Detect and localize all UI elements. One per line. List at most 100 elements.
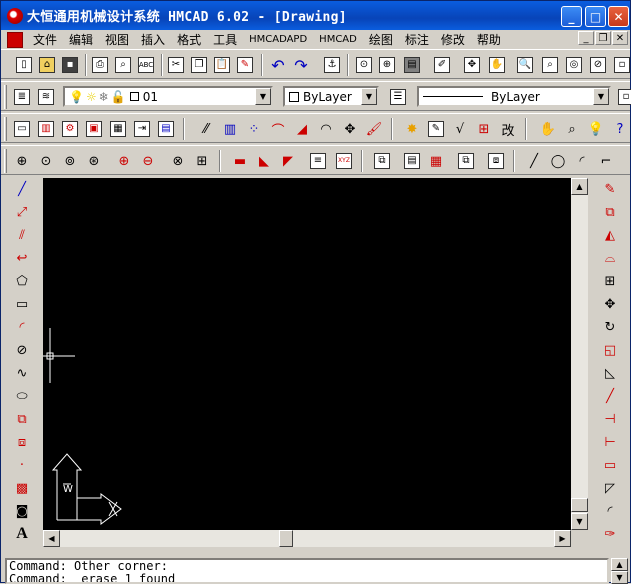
- insert-block-icon[interactable]: ⧉: [11, 408, 33, 430]
- menu-view[interactable]: 视图: [99, 31, 135, 48]
- open-icon[interactable]: ⌂: [36, 54, 58, 76]
- sun-icon[interactable]: ☼: [86, 90, 97, 104]
- layer-dropdown[interactable]: 💡 ☼ ❄ 🔓 01 ▼: [63, 86, 273, 107]
- drawing-canvas[interactable]: W: [43, 178, 571, 530]
- lightbulb-icon[interactable]: 💡: [69, 90, 84, 104]
- menu-hmcad[interactable]: HMCAD: [313, 34, 363, 45]
- array-icon[interactable]: ⊞: [599, 270, 621, 292]
- palette-icon[interactable]: ▦: [425, 150, 447, 172]
- circle-icon[interactable]: ⊘: [11, 339, 33, 361]
- horizontal-scrollbar[interactable]: ◀ ▶: [43, 530, 571, 547]
- make-block-icon[interactable]: ⧈: [11, 431, 33, 453]
- move-icon[interactable]: ✥: [599, 293, 621, 315]
- menu-format[interactable]: 格式: [171, 31, 207, 48]
- zoom-center-icon[interactable]: ⊛: [83, 150, 105, 172]
- linetype-dropdown[interactable]: ByLayer ▼: [417, 86, 611, 107]
- scale-icon[interactable]: ◱: [599, 339, 621, 361]
- help-icon[interactable]: ?: [609, 118, 631, 140]
- polyline-icon[interactable]: ↩: [11, 247, 33, 269]
- text-icon[interactable]: A: [11, 523, 33, 545]
- lock-icon[interactable]: 🔓: [111, 90, 126, 104]
- spell-icon[interactable]: ABC: [135, 54, 157, 76]
- pan-icon[interactable]: ✋: [486, 54, 508, 76]
- zoom-extents-icon[interactable]: ⊘: [587, 54, 609, 76]
- multiline-icon[interactable]: ⫽: [11, 224, 33, 246]
- erase-icon[interactable]: ✎: [599, 178, 621, 200]
- title-block-icon[interactable]: ▥: [35, 118, 57, 140]
- app-icon[interactable]: [7, 7, 23, 24]
- explode-icon[interactable]: ✸: [401, 118, 423, 140]
- zoom-in-icon[interactable]: ⊕: [113, 150, 135, 172]
- line-icon[interactable]: ╱: [523, 150, 545, 172]
- hatch-icon[interactable]: ▩: [11, 477, 33, 499]
- lengthen-icon[interactable]: ╱: [599, 385, 621, 407]
- arc-icon[interactable]: ◜: [11, 316, 33, 338]
- chamfer-icon[interactable]: ◸: [599, 477, 621, 499]
- minimize-button[interactable]: _: [561, 6, 582, 27]
- region-icon[interactable]: ◙: [11, 500, 33, 522]
- table-icon[interactable]: ▦: [107, 118, 129, 140]
- rectangle-icon[interactable]: ▭: [11, 293, 33, 315]
- leader-icon[interactable]: ≡: [307, 150, 329, 172]
- hatch-icon[interactable]: ▥: [219, 118, 241, 140]
- cut-icon[interactable]: ✂: [165, 54, 187, 76]
- menu-help[interactable]: 帮助: [471, 31, 507, 48]
- menu-insert[interactable]: 插入: [135, 31, 171, 48]
- menu-edit[interactable]: 编辑: [63, 31, 99, 48]
- gear-icon[interactable]: ⚙: [59, 118, 81, 140]
- maximize-button[interactable]: □: [585, 6, 606, 27]
- ucs-icon[interactable]: ▤: [401, 54, 423, 76]
- lineweight-icon[interactable]: ☰: [387, 86, 409, 108]
- designcenter-icon[interactable]: ✥: [461, 54, 483, 76]
- undo-icon[interactable]: ↶: [267, 54, 289, 76]
- zoom-extents-icon[interactable]: ⊞: [191, 150, 213, 172]
- pan-icon[interactable]: ✋: [537, 118, 559, 140]
- chevron-down-icon[interactable]: ▼: [255, 88, 271, 105]
- hyperlink-icon[interactable]: ⚓: [321, 54, 343, 76]
- zoom-realtime-icon[interactable]: 🔍: [514, 54, 536, 76]
- doc-minimize-button[interactable]: _: [578, 31, 594, 45]
- text-edit-icon[interactable]: ✎: [425, 118, 447, 140]
- brush-icon[interactable]: 🖌: [363, 118, 385, 140]
- scroll-down-button[interactable]: ▼: [611, 571, 628, 584]
- fillet-icon[interactable]: ⌒: [267, 118, 289, 140]
- mirror-icon[interactable]: ◭: [599, 224, 621, 246]
- print-icon[interactable]: ⎙: [89, 54, 111, 76]
- break-icon[interactable]: ▭: [599, 454, 621, 476]
- zoom-all-icon[interactable]: ⊗: [167, 150, 189, 172]
- external-ref-icon[interactable]: ⧈: [485, 150, 507, 172]
- scroll-up-button[interactable]: ▲: [571, 178, 588, 195]
- toolbar-overflow-icon[interactable]: ▫: [611, 54, 631, 76]
- dim-linear-icon[interactable]: ▬: [229, 150, 251, 172]
- ellipse-icon[interactable]: ⬭: [11, 385, 33, 407]
- layer-previous-icon[interactable]: ≋: [35, 86, 57, 108]
- spline-icon[interactable]: ∿: [11, 362, 33, 384]
- offset-icon[interactable]: ⌓: [599, 247, 621, 269]
- roughness-icon[interactable]: √: [449, 118, 471, 140]
- polygon-icon[interactable]: ⬠: [11, 270, 33, 292]
- menu-dimension[interactable]: 标注: [399, 31, 435, 48]
- line-icon[interactable]: ╱: [11, 178, 33, 200]
- vertical-scrollbar[interactable]: ▲ ▼: [571, 178, 588, 530]
- scroll-down-button[interactable]: ▼: [571, 513, 588, 530]
- scroll-left-button[interactable]: ◀: [43, 530, 60, 547]
- preview-icon[interactable]: ⌕: [112, 54, 134, 76]
- explode-icon[interactable]: ✑: [599, 523, 621, 545]
- toolbar-overflow-icon[interactable]: ▫: [615, 86, 631, 108]
- chevron-down-icon[interactable]: ▼: [593, 88, 609, 105]
- arc-icon[interactable]: ◠: [315, 118, 337, 140]
- color-dropdown[interactable]: ByLayer ▼: [283, 86, 379, 107]
- zoom-window-icon[interactable]: ⌕: [539, 54, 561, 76]
- polyline-icon[interactable]: ⌐: [595, 150, 617, 172]
- chevron-down-icon[interactable]: ▼: [361, 88, 377, 105]
- menu-draw[interactable]: 绘图: [363, 31, 399, 48]
- document-icon[interactable]: [7, 31, 23, 48]
- vertical-scroll-thumb[interactable]: [571, 498, 588, 512]
- construction-line-icon[interactable]: ⤢: [11, 201, 33, 223]
- freeze-icon[interactable]: ❄: [99, 90, 109, 104]
- edit-icon[interactable]: 改: [497, 118, 519, 140]
- rotate-icon[interactable]: ↻: [599, 316, 621, 338]
- zoom-out-icon[interactable]: ⊖: [137, 150, 159, 172]
- tolerance-icon[interactable]: ⊞: [473, 118, 495, 140]
- block-insert-icon[interactable]: ⧉: [371, 150, 393, 172]
